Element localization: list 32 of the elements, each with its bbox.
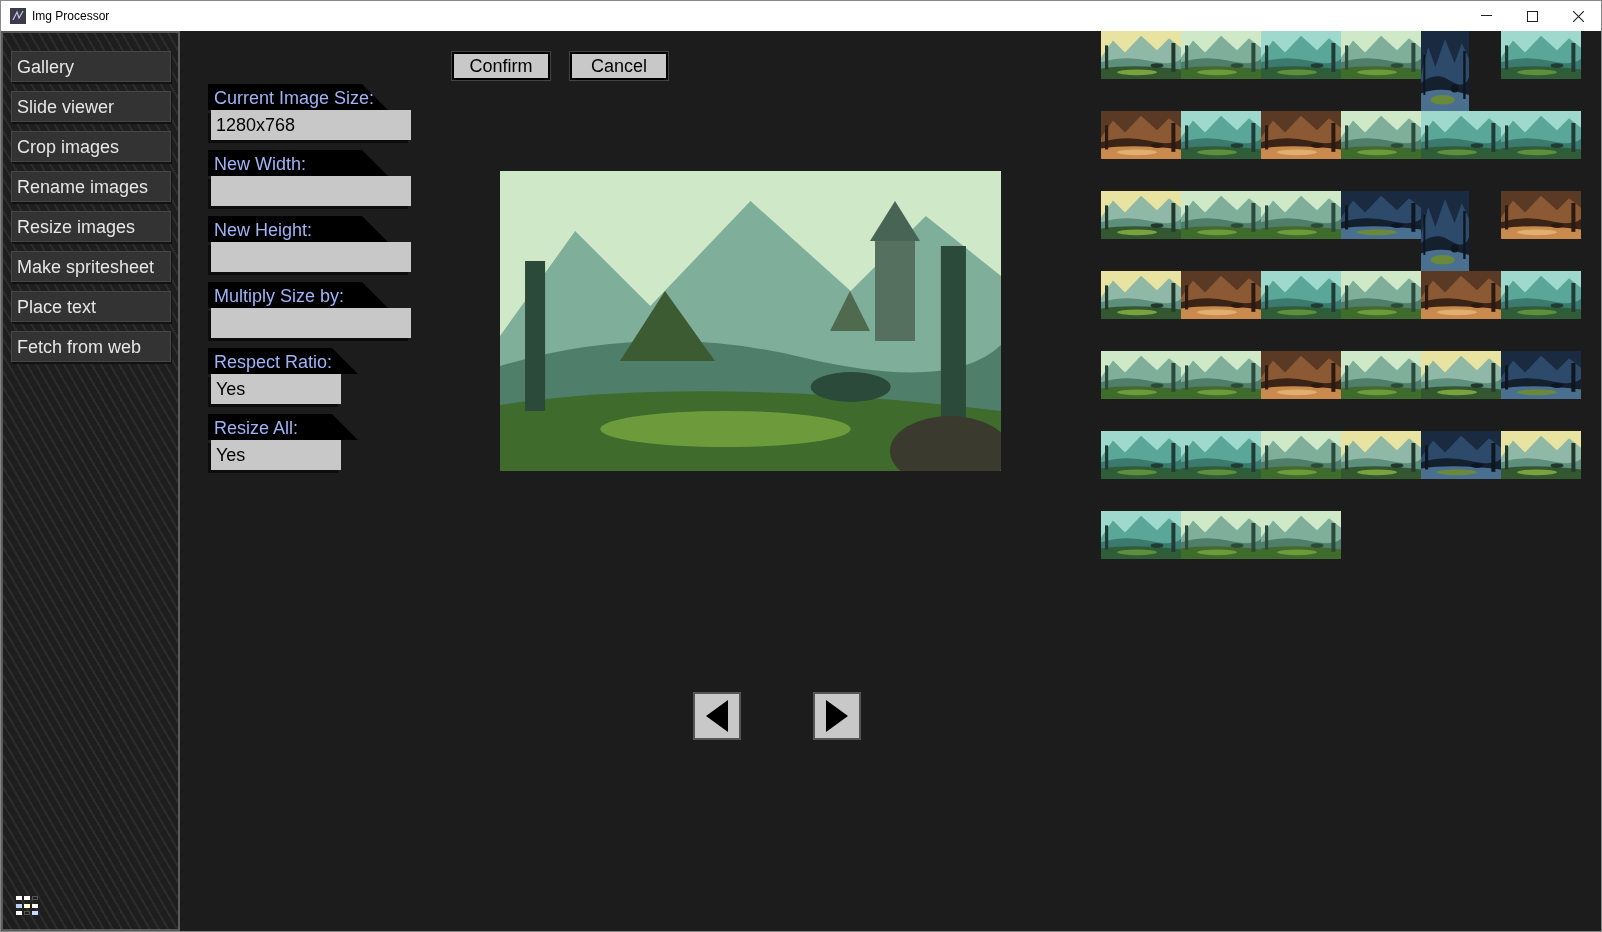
- field-label: New Width:: [208, 150, 388, 176]
- field-label: Current Image Size:: [208, 84, 388, 110]
- sidebar-item[interactable]: Place text: [11, 291, 171, 322]
- close-icon: [1572, 10, 1584, 22]
- field-label: Resize All:: [208, 414, 358, 440]
- input-field[interactable]: [211, 242, 411, 272]
- window-title: Img Processor: [32, 8, 110, 25]
- minimize-icon: [1480, 15, 1492, 17]
- action-button[interactable]: Confirm: [452, 52, 550, 80]
- next-button[interactable]: [813, 692, 861, 740]
- action-button[interactable]: Cancel: [570, 52, 668, 80]
- sidebar-item[interactable]: Rename images: [11, 171, 171, 202]
- sidebar-item[interactable]: Resize images: [11, 211, 171, 242]
- field-label: Respect Ratio:: [208, 348, 358, 374]
- input-field[interactable]: 1280x768: [211, 110, 411, 140]
- sidebar-item[interactable]: Crop images: [11, 131, 171, 162]
- sidebar-item[interactable]: Gallery: [11, 51, 171, 82]
- right-triangle-icon: [826, 700, 848, 732]
- field-label: Multiply Size by:: [208, 282, 388, 308]
- input-field[interactable]: Yes: [211, 374, 341, 404]
- field-label: New Height:: [208, 216, 388, 242]
- app-icon: [10, 8, 26, 24]
- input-field[interactable]: Yes: [211, 440, 341, 470]
- sidebar-item[interactable]: Make spritesheet: [11, 251, 171, 282]
- sidebar-item[interactable]: Fetch from web: [11, 331, 171, 362]
- input-field[interactable]: [211, 308, 411, 338]
- maximize-icon: [1526, 10, 1538, 22]
- sidebar-item[interactable]: Slide viewer: [11, 91, 171, 122]
- left-triangle-icon: [706, 700, 728, 732]
- previous-button[interactable]: [693, 692, 741, 740]
- grid-menu-icon[interactable]: [16, 896, 39, 915]
- input-field[interactable]: [211, 176, 411, 206]
